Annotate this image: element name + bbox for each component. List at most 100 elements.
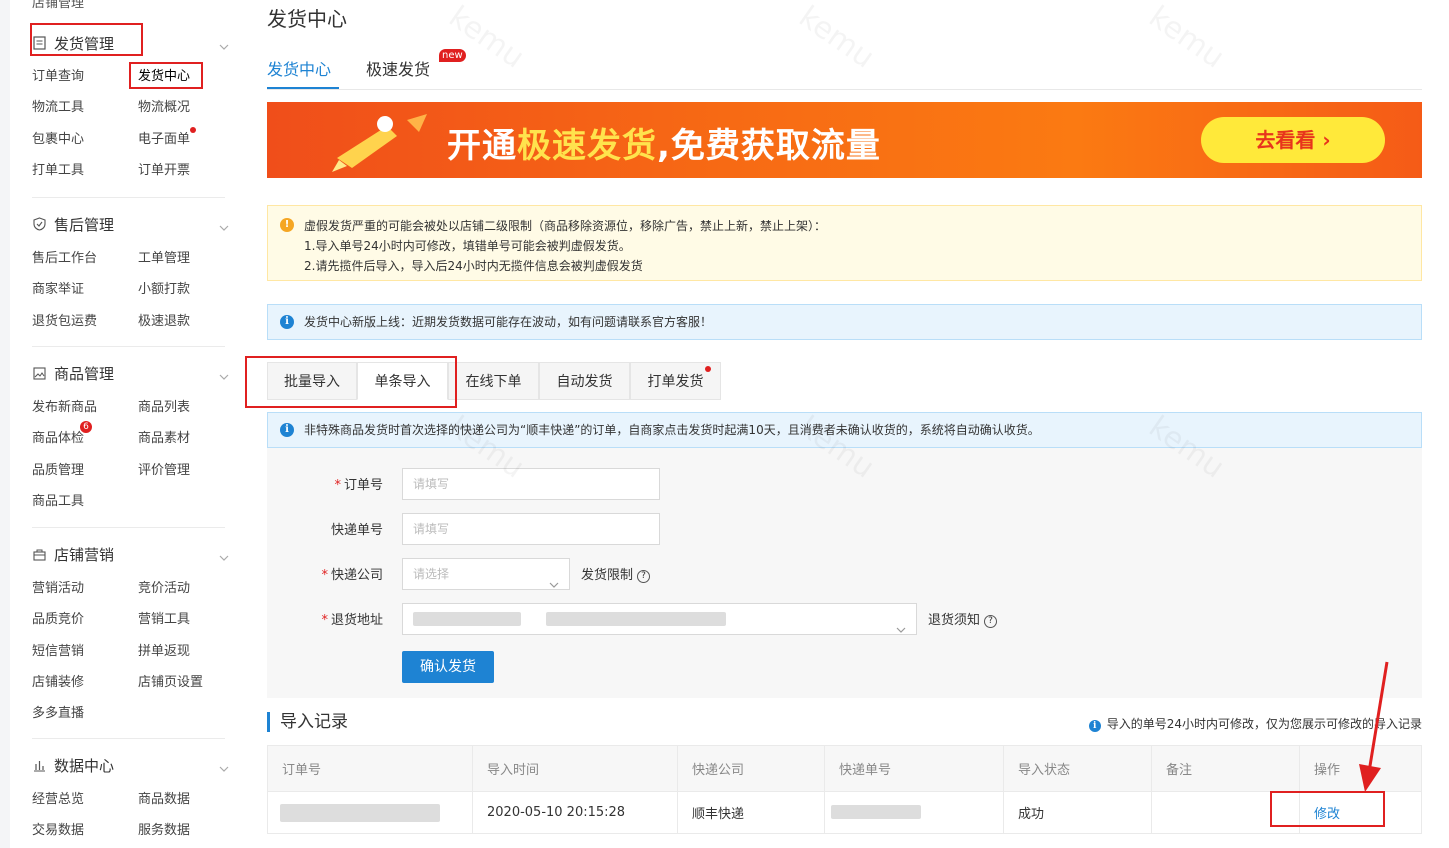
chevron-down-icon[interactable] (219, 548, 229, 561)
banner-text-c: ,免费获取流量 (657, 126, 881, 166)
sidebar-item-logistics-tools[interactable]: 物流工具 (32, 92, 138, 123)
sidebar-item-parcel-center[interactable]: 包裹中心 (32, 124, 138, 155)
highlight-box (1270, 791, 1385, 827)
return-notice-link[interactable]: 退货须知? (928, 609, 998, 628)
warning-line-1: 虚假发货严重的可能会被处以店铺二级限制（商品移除资源位，移除广告，禁止上新，禁止… (304, 219, 827, 233)
banner-headline: 开通极速发货,免费获取流量 (447, 118, 881, 167)
sidebar-group-title: 售后管理 (54, 215, 115, 234)
sidebar-item-goods-data[interactable]: 商品数据 (138, 784, 244, 815)
sidebar-group-marketing: 店铺营销 营销活动 竞价活动 品质竞价 营销工具 短信营销 拼单返现 店铺装修 … (10, 540, 245, 729)
warning-line-3: 2.请先揽件后导入，导入后24小时内无揽件信息会被判虚假发货 (304, 259, 643, 273)
banner-text-b: 极速发货 (517, 126, 657, 166)
help-icon: ? (984, 615, 998, 628)
sidebar-group-goods: 商品管理 发布新商品 商品列表 商品体检 商品素材 品质管理 评价管理 商品工具 (10, 359, 245, 517)
sidebar-item-quality[interactable]: 品质管理 (32, 455, 138, 486)
sidebar-cut-label: 店铺管理 (32, 0, 85, 11)
rocket-icon (332, 114, 427, 172)
cell-courier: 顺丰快递 (677, 791, 825, 834)
main-content: 发货中心 发货中心 极速发货 new 开通极速发货,免费获取流量 去看看 › !… (245, 0, 1449, 848)
tracking-number-input[interactable]: 请填写 (402, 513, 660, 545)
gift-icon (32, 547, 46, 561)
highlight-box (30, 23, 143, 56)
new-dot (190, 127, 196, 133)
order-number-input[interactable]: 请填写 (402, 468, 660, 500)
col-order: 订单号 (267, 745, 473, 792)
cell-status: 成功 (1003, 791, 1152, 834)
sidebar-item-overview[interactable]: 经营总览 (32, 784, 138, 815)
divider (32, 527, 225, 528)
order-number-label: * 订单号 (334, 478, 383, 493)
sidebar-item-sms[interactable]: 短信营销 (32, 636, 138, 667)
warning-icon: ! (280, 218, 294, 232)
return-address-select[interactable] (402, 603, 917, 635)
sidebar-item-shop-settings[interactable]: 店铺页设置 (138, 667, 244, 698)
sidebar-item-invoice[interactable]: 订单开票 (138, 155, 244, 186)
sidebar-item-logistics-overview[interactable]: 物流概况 (138, 92, 244, 123)
sidebar-item-quality-bid[interactable]: 品质竞价 (32, 604, 138, 635)
col-time: 导入时间 (472, 745, 678, 792)
divider (32, 346, 225, 347)
sidebar-item-small-pay[interactable]: 小额打款 (138, 274, 244, 305)
sidebar-group-data: 数据中心 经营总览 商品数据 交易数据 服务数据 (10, 751, 245, 847)
confirm-ship-button[interactable]: 确认发货 (402, 651, 494, 683)
records-title: 导入记录 (267, 712, 348, 732)
sidebar-item-fast-refund[interactable]: 极速退款 (138, 306, 244, 337)
active-tab-underline (267, 87, 339, 89)
sidebar-item-goods-list[interactable]: 商品列表 (138, 392, 244, 423)
tab-online-order[interactable]: 在线下单 (448, 362, 539, 400)
tab-auto-ship[interactable]: 自动发货 (539, 362, 630, 400)
highlight-box (245, 356, 457, 408)
sidebar-item-campaign[interactable]: 营销活动 (32, 573, 138, 604)
tab-fast-shipping[interactable]: 极速发货 (366, 56, 430, 80)
chevron-down-icon[interactable] (219, 37, 229, 50)
sidebar-item-aftersale-desk[interactable]: 售后工作台 (32, 243, 138, 274)
sidebar-item-order-query[interactable]: 订单查询 (32, 61, 138, 92)
sidebar-group-head-goods[interactable]: 商品管理 (10, 359, 245, 387)
info-icon: i (280, 423, 294, 437)
sidebar-group-head-marketing[interactable]: 店铺营销 (10, 540, 245, 568)
courier-select[interactable]: 请选择 (402, 558, 570, 590)
sidebar-item-service-data[interactable]: 服务数据 (138, 815, 244, 846)
top-tabs: 发货中心 极速发货 new (267, 49, 1422, 90)
sidebar-item-ticket[interactable]: 工单管理 (138, 243, 244, 274)
sidebar-item-publish[interactable]: 发布新商品 (32, 392, 138, 423)
sidebar: 店铺管理 发货管理 订单查询 发货中心 物流工具 物流概况 包裹中心 电子面单 … (10, 0, 245, 848)
sidebar-item-reviews[interactable]: 评价管理 (138, 455, 244, 486)
promo-banner[interactable]: 开通极速发货,免费获取流量 去看看 › (267, 102, 1422, 178)
shipping-limit-link[interactable]: 发货限制? (581, 564, 651, 583)
chevron-down-icon[interactable] (219, 759, 229, 772)
courier-select-placeholder: 请选择 (413, 567, 450, 581)
chevron-down-icon (896, 615, 906, 633)
chevron-down-icon[interactable] (219, 367, 229, 380)
sidebar-item-goods-material[interactable]: 商品素材 (138, 423, 244, 454)
image-icon (32, 366, 46, 380)
chevron-down-icon[interactable] (219, 218, 229, 231)
sidebar-item-cashback[interactable]: 拼单返现 (138, 636, 244, 667)
sidebar-item-trade-data[interactable]: 交易数据 (32, 815, 138, 846)
divider (32, 197, 225, 198)
sidebar-group-title: 商品管理 (54, 364, 115, 383)
sidebar-group-aftersale: 售后管理 售后工作台 工单管理 商家举证 小额打款 退货包运费 极速退款 (10, 210, 245, 337)
col-remark: 备注 (1151, 745, 1300, 792)
info-text: 非特殊商品发货时首次选择的快递公司为“顺丰快递”的订单，自商家点击发货时起满10… (304, 423, 1040, 437)
sidebar-item-evidence[interactable]: 商家举证 (32, 274, 138, 305)
sidebar-group-head-aftersale[interactable]: 售后管理 (10, 210, 245, 238)
col-tracking: 快递单号 (824, 745, 1004, 792)
info-text: 发货中心新版上线：近期发货数据可能存在波动，如有问题请联系官方客服！ (304, 315, 713, 329)
banner-go-button[interactable]: 去看看 › (1201, 117, 1385, 163)
page-title: 发货中心 (267, 7, 347, 31)
sidebar-item-bidding[interactable]: 竞价活动 (138, 573, 244, 604)
table-row: 2020-05-10 20:15:28 顺丰快递 成功 修改 (267, 791, 1422, 834)
sidebar-item-decoration[interactable]: 店铺装修 (32, 667, 138, 698)
sidebar-item-print-tool[interactable]: 打单工具 (32, 155, 138, 186)
sidebar-item-live[interactable]: 多多直播 (32, 698, 138, 729)
sidebar-item-goods-tools[interactable]: 商品工具 (32, 486, 138, 517)
courier-label: * 快递公司 (321, 568, 383, 583)
sidebar-item-return-shipping[interactable]: 退货包运费 (32, 306, 138, 337)
tab-shipping-center[interactable]: 发货中心 (267, 56, 331, 80)
cell-tracking (824, 791, 1004, 834)
sidebar-group-head-data[interactable]: 数据中心 (10, 751, 245, 779)
sidebar-item-marketing-tools[interactable]: 营销工具 (138, 604, 244, 635)
info-icon: i (1088, 720, 1101, 732)
records-table: 订单号 导入时间 快递公司 快递单号 导入状态 备注 操作 2020-05-10… (267, 745, 1422, 834)
